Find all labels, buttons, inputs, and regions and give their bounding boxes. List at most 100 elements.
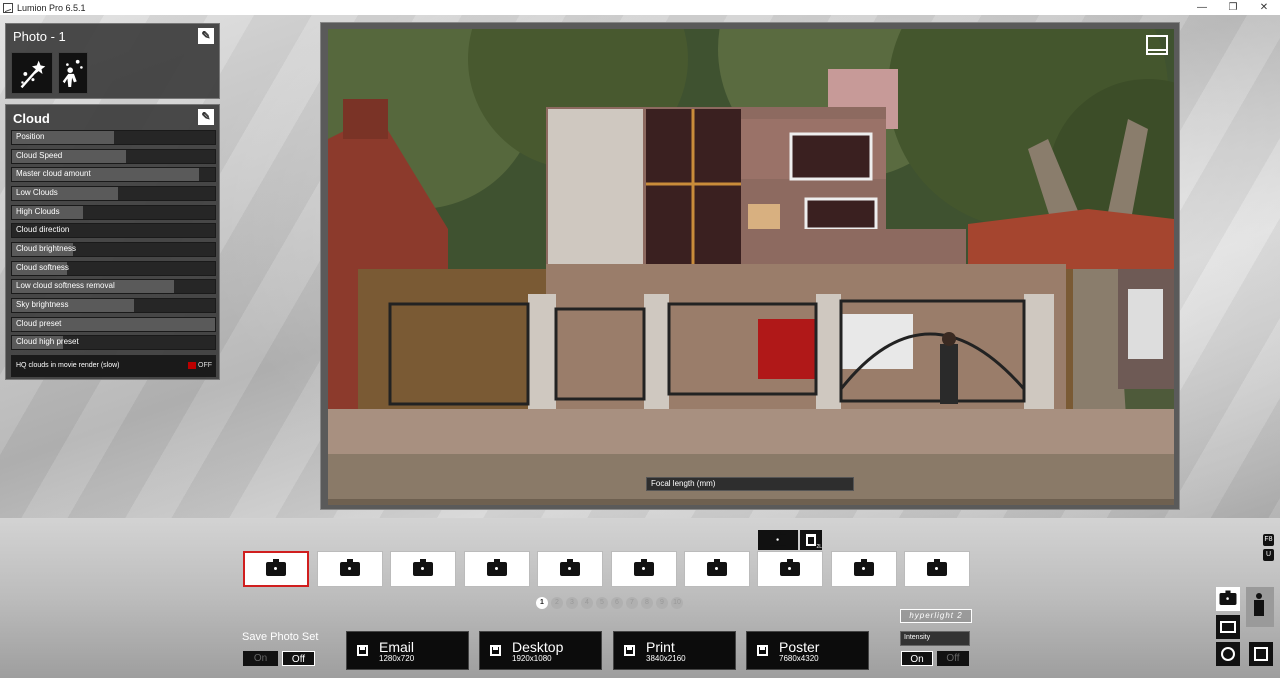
focal-length-slider[interactable]: Focal length (mm)	[646, 477, 854, 491]
hyperlight-on-button[interactable]: On	[901, 651, 933, 666]
scene-render-image	[328, 29, 1174, 505]
movie-mode-icon[interactable]	[1216, 615, 1240, 639]
page-dot[interactable]: 9	[656, 597, 668, 609]
save-photo-set-off-button[interactable]: Off	[282, 651, 315, 666]
hyperlight-off-button[interactable]: Off	[937, 651, 969, 666]
trash-icon	[806, 534, 816, 546]
slider-cloud-speed[interactable]: Cloud Speed	[11, 149, 216, 164]
page-dot[interactable]: 7	[626, 597, 638, 609]
hq-clouds-toggle[interactable]: OFF	[188, 362, 212, 369]
photo-slot-7[interactable]	[684, 551, 750, 587]
slot-tools: 2L	[758, 530, 822, 550]
page-dot[interactable]: 1	[536, 597, 548, 609]
page-dot[interactable]: 2	[551, 597, 563, 609]
window-title: Lumion Pro 6.5.1	[17, 2, 86, 13]
photo-slot-4[interactable]	[464, 551, 530, 587]
page-dot[interactable]: 8	[641, 597, 653, 609]
photo-slot-6[interactable]	[611, 551, 677, 587]
panorama-mode-icon[interactable]	[1216, 642, 1240, 666]
slider-high-clouds[interactable]: High Clouds	[11, 205, 216, 220]
camera-icon	[927, 559, 947, 576]
lumion-app-icon	[3, 2, 13, 13]
film-icon	[1220, 621, 1236, 633]
maximize-button[interactable]: ❐	[1216, 0, 1250, 15]
slider-position[interactable]: Position	[11, 130, 216, 145]
render-print-button[interactable]: Print 3840x2160	[613, 631, 736, 670]
build-mode-icon[interactable]	[1246, 587, 1274, 627]
page-dot[interactable]: 6	[611, 597, 623, 609]
camera-icon	[854, 559, 874, 576]
scene-viewport[interactable]: Focal length (mm)	[328, 29, 1174, 505]
take-photo-button[interactable]	[758, 530, 798, 550]
trash-badge: 2L	[816, 544, 822, 550]
wrench-icon[interactable]: ✎	[198, 109, 214, 125]
photo-mode-icon[interactable]	[1216, 587, 1240, 611]
photo-title: Photo - 1	[13, 29, 66, 44]
save-photo-set-label: Save Photo Set	[242, 631, 319, 643]
slider-cloud-softness[interactable]: Cloud softness	[11, 261, 216, 276]
render-email-button[interactable]: Email 1280x720	[346, 631, 469, 670]
camera-icon	[770, 532, 786, 546]
camera-icon	[1219, 590, 1237, 605]
slider-cloud-direction[interactable]: Cloud direction	[11, 223, 216, 238]
photo-slot-1[interactable]	[243, 551, 309, 587]
u-key-badge[interactable]: U	[1263, 549, 1274, 561]
disk-icon	[1254, 647, 1268, 661]
photo-set-pager: 1 2 3 4 5 6 7 8 9 10	[536, 597, 683, 609]
minimize-button[interactable]: —	[1185, 0, 1219, 15]
hyperlight-intensity-slider[interactable]: Intensity	[900, 631, 970, 646]
hq-clouds-label: HQ clouds in movie render (slow)	[16, 362, 120, 369]
remove-effect-icon[interactable]	[58, 52, 88, 94]
save-disk-icon	[490, 645, 501, 656]
bottom-toolbar: 2L 1 2 3 4 5 6 7 8 9 10 Save Photo Set O…	[0, 518, 1280, 678]
camera-icon	[340, 559, 360, 576]
slider-master-cloud-amount[interactable]: Master cloud amount	[11, 167, 216, 182]
slider-sky-brightness[interactable]: Sky brightness	[11, 298, 216, 313]
slider-low-cloud-softness-removal[interactable]: Low cloud softness removal	[11, 279, 216, 294]
slider-cloud-preset[interactable]: Cloud preset	[11, 317, 216, 332]
save-photo-set-on-button[interactable]: On	[243, 651, 278, 666]
toggle-indicator-icon	[188, 362, 196, 369]
wrench-icon[interactable]: ✎	[198, 28, 214, 44]
viewport-frame: Focal length (mm)	[320, 22, 1180, 510]
title-bar: Lumion Pro 6.5.1 — ❐ ✕	[0, 0, 1280, 15]
save-disk-icon	[757, 645, 768, 656]
slider-cloud-high-preset[interactable]: Cloud high preset	[11, 335, 216, 350]
photo-slot-5[interactable]	[537, 551, 603, 587]
page-dot[interactable]: 4	[581, 597, 593, 609]
page-dot[interactable]: 3	[566, 597, 578, 609]
slider-cloud-brightness[interactable]: Cloud brightness	[11, 242, 216, 257]
save-file-icon[interactable]	[1249, 642, 1273, 666]
fullscreen-toggle-icon[interactable]	[1146, 35, 1168, 55]
save-disk-icon	[357, 645, 368, 656]
photo-slot-3[interactable]	[390, 551, 456, 587]
render-poster-button[interactable]: Poster 7680x4320	[746, 631, 869, 670]
page-dot[interactable]: 10	[671, 597, 683, 609]
globe-icon	[1221, 647, 1235, 661]
camera-icon	[707, 559, 727, 576]
photo-panel: Photo - 1 ✎	[5, 23, 220, 99]
worker-icon	[1256, 593, 1262, 599]
hyperlight-logo: hyperlight 2	[900, 609, 972, 623]
add-effect-icon[interactable]	[11, 52, 53, 94]
close-button[interactable]: ✕	[1247, 0, 1280, 15]
focal-length-label: Focal length (mm)	[651, 479, 716, 488]
delete-photo-button[interactable]: 2L	[800, 530, 822, 550]
photo-slot-10[interactable]	[904, 551, 970, 587]
hq-clouds-row: HQ clouds in movie render (slow) OFF	[11, 355, 216, 377]
photo-slot-8[interactable]	[757, 551, 823, 587]
photo-slot-9[interactable]	[831, 551, 897, 587]
cloud-panel: Cloud ✎ Position Cloud Speed Master clou…	[5, 104, 220, 380]
page-dot[interactable]: 5	[596, 597, 608, 609]
camera-icon	[780, 559, 800, 576]
cloud-title: Cloud	[13, 111, 50, 126]
photo-slot-2[interactable]	[317, 551, 383, 587]
camera-icon	[266, 559, 286, 576]
save-disk-icon	[624, 645, 635, 656]
render-desktop-button[interactable]: Desktop 1920x1080	[479, 631, 602, 670]
camera-icon	[634, 559, 654, 576]
camera-icon	[487, 559, 507, 576]
camera-icon	[413, 559, 433, 576]
slider-low-clouds[interactable]: Low Clouds	[11, 186, 216, 201]
f8-key-badge[interactable]: F8	[1263, 534, 1274, 546]
